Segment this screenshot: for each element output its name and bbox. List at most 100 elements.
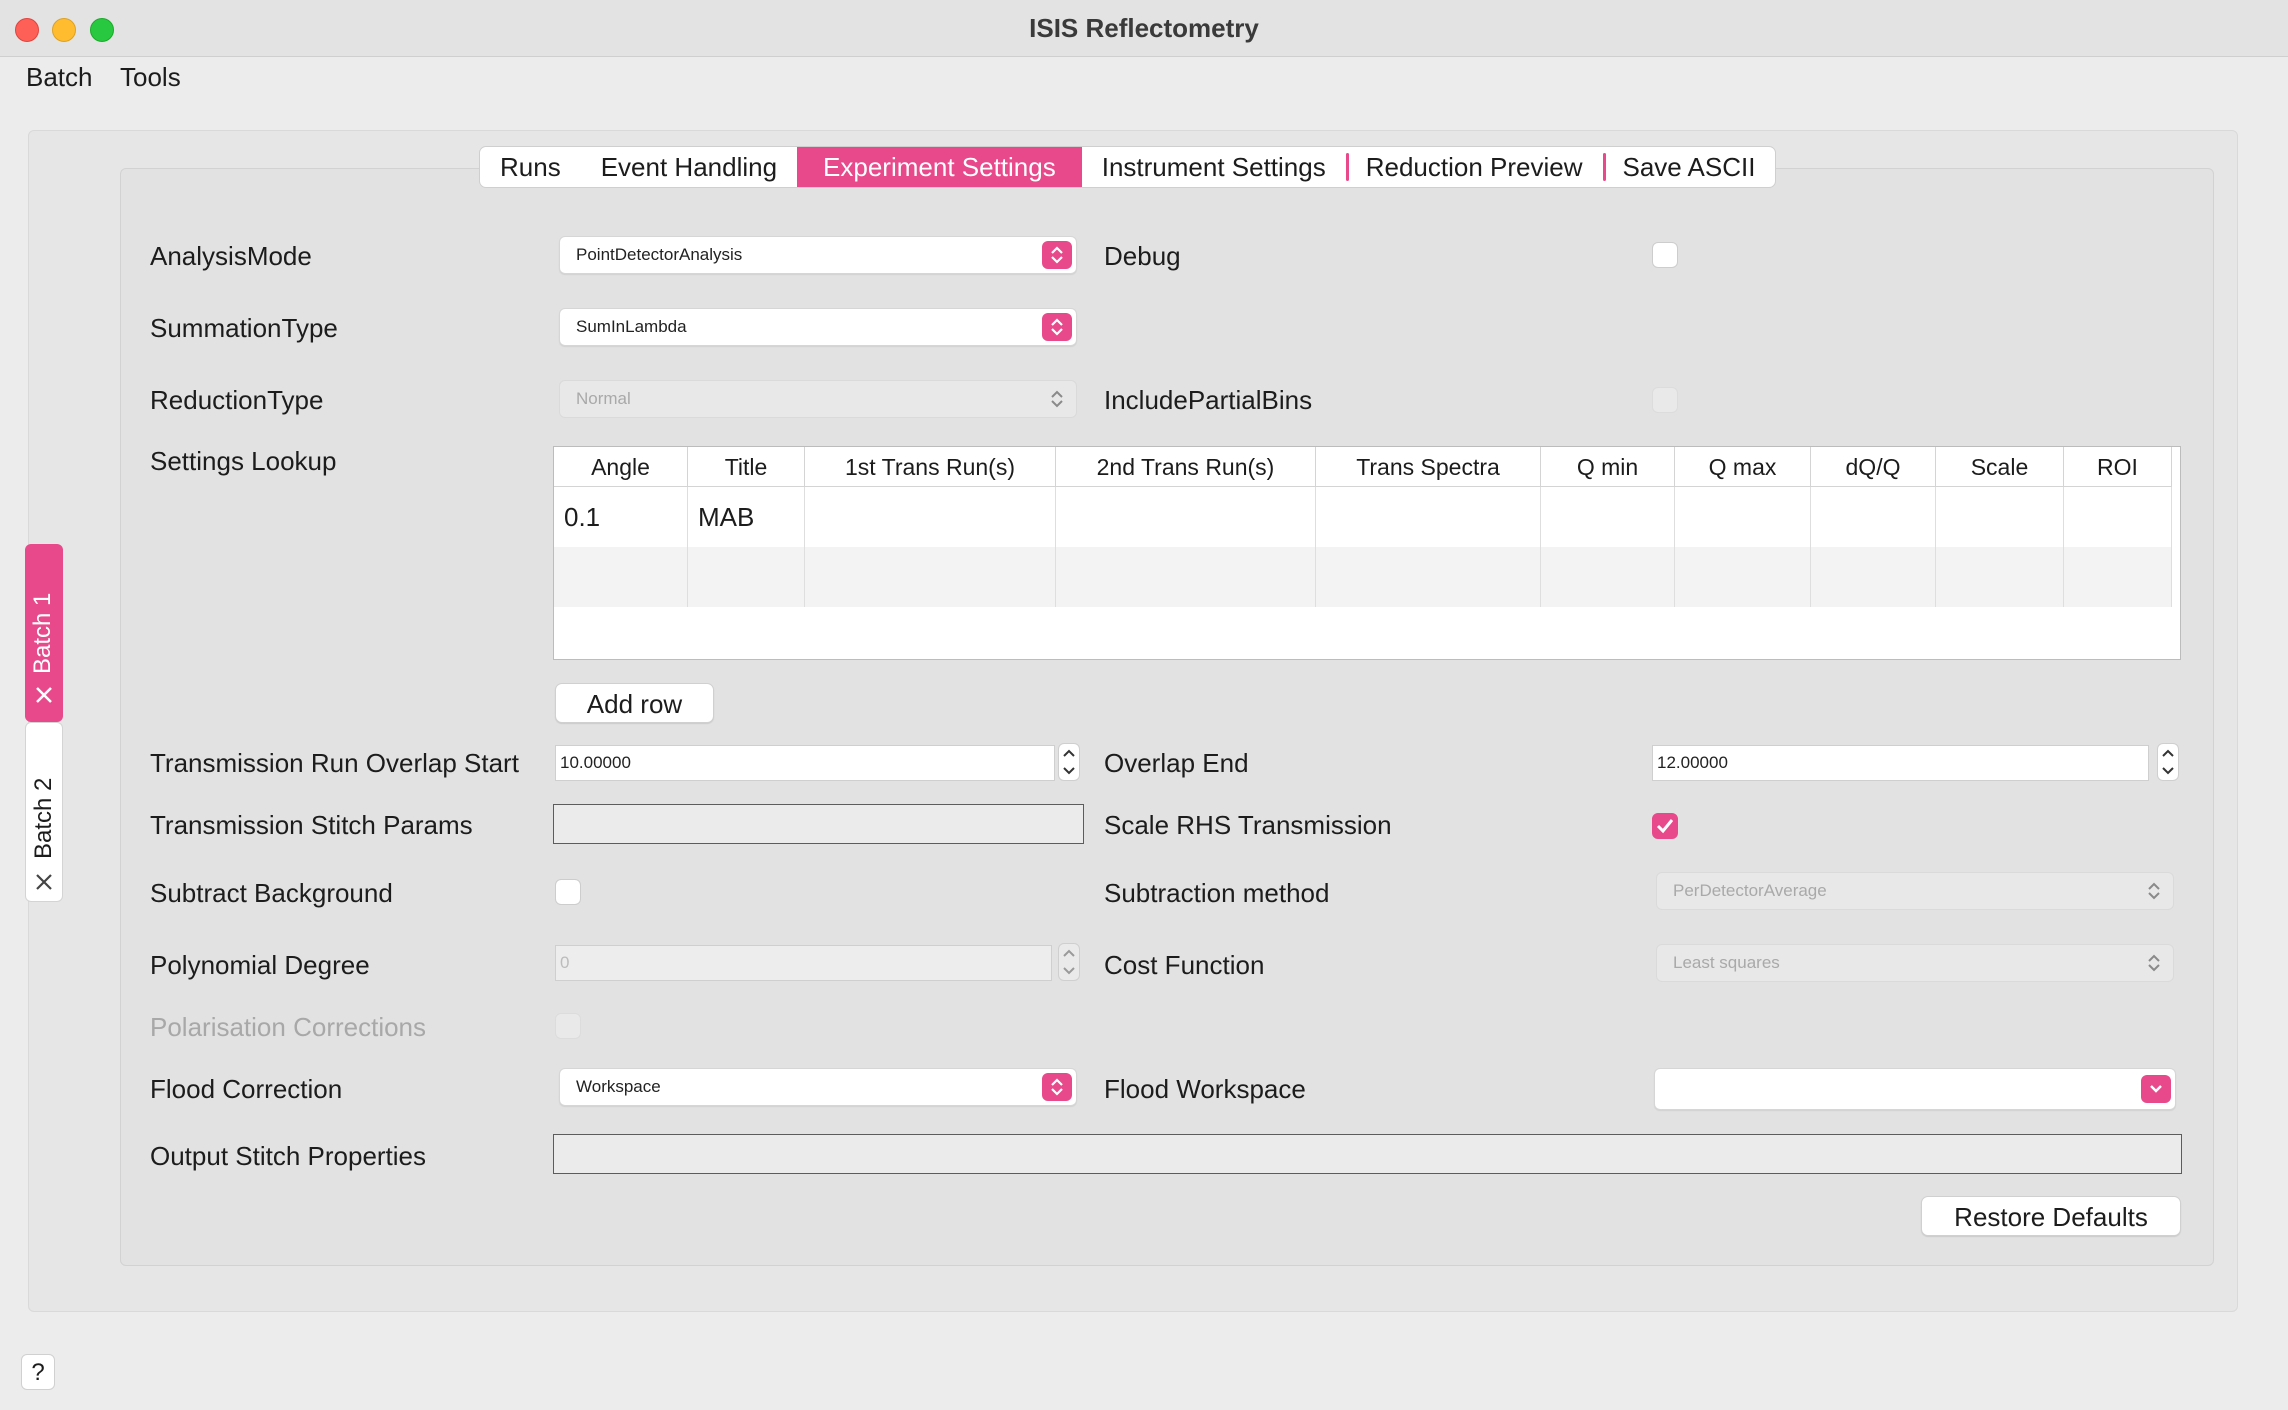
flood-correction-label: Flood Correction xyxy=(150,1074,343,1104)
analysis-mode-combo[interactable]: PointDetectorAnalysis xyxy=(559,236,1077,274)
up-down-chevron-icon xyxy=(2139,877,2169,905)
menu-tools[interactable]: Tools xyxy=(120,62,181,93)
batch-tab-1[interactable]: Batch 1 xyxy=(25,544,63,722)
table-row[interactable]: 0.1 MAB xyxy=(554,487,2172,547)
column-header[interactable]: Scale xyxy=(1936,447,2064,487)
table-cell[interactable] xyxy=(805,547,1056,607)
batch-tab-2-label: Batch 2 xyxy=(30,777,57,859)
reduction-type-combo[interactable]: Normal xyxy=(559,380,1077,418)
tab-reduction-preview[interactable]: Reduction Preview xyxy=(1345,147,1603,187)
tab-event-handling[interactable]: Event Handling xyxy=(581,147,797,187)
tab-bar: Runs Event Handling Experiment Settings … xyxy=(479,146,1777,188)
flood-workspace-label: Flood Workspace xyxy=(1104,1074,1306,1104)
scale-rhs-transmission-label: Scale RHS Transmission xyxy=(1104,810,1392,840)
close-icon[interactable] xyxy=(35,686,53,704)
flood-workspace-combo[interactable] xyxy=(1654,1068,2176,1110)
transmission-overlap-start-stepper[interactable] xyxy=(1058,743,1080,781)
summation-type-label: SummationType xyxy=(150,313,338,343)
cost-function-combo[interactable]: Least squares xyxy=(1656,944,2174,982)
window-title: ISIS Reflectometry xyxy=(1029,13,1259,43)
column-header[interactable]: 1st Trans Run(s) xyxy=(805,447,1056,487)
up-down-chevron-icon xyxy=(1042,241,1072,269)
overlap-end-input[interactable]: 12.00000 xyxy=(1652,745,2149,781)
table-cell[interactable] xyxy=(688,547,805,607)
summation-type-combo[interactable]: SumInLambda xyxy=(559,308,1077,346)
debug-label: Debug xyxy=(1104,241,1181,271)
subtraction-method-value: PerDetectorAverage xyxy=(1673,881,1827,900)
include-partial-bins-label: IncludePartialBins xyxy=(1104,385,1313,415)
output-stitch-properties-input[interactable] xyxy=(553,1134,2182,1174)
checkmark-icon xyxy=(1656,819,1674,834)
table-cell[interactable] xyxy=(1316,547,1541,607)
column-header[interactable]: Q min xyxy=(1541,447,1675,487)
table-cell[interactable] xyxy=(1675,547,1811,607)
up-down-chevron-icon xyxy=(1042,313,1072,341)
overlap-end-value: 12.00000 xyxy=(1657,753,1728,772)
column-header[interactable]: Title xyxy=(688,447,805,487)
close-icon[interactable] xyxy=(35,873,53,891)
column-header[interactable]: 2nd Trans Run(s) xyxy=(1056,447,1316,487)
tab-save-ascii[interactable]: Save ASCII xyxy=(1602,147,1776,187)
settings-lookup-table[interactable]: Angle Title 1st Trans Run(s) 2nd Trans R… xyxy=(553,446,2181,660)
table-cell[interactable] xyxy=(1811,547,1936,607)
column-header[interactable]: Trans Spectra xyxy=(1316,447,1541,487)
table-cell[interactable]: MAB xyxy=(688,487,805,547)
transmission-stitch-params-label: Transmission Stitch Params xyxy=(150,810,473,840)
table-cell[interactable] xyxy=(1056,487,1316,547)
table-row[interactable] xyxy=(554,547,2172,607)
subtraction-method-label: Subtraction method xyxy=(1104,878,1330,908)
subtract-background-checkbox[interactable] xyxy=(555,879,581,905)
polynomial-degree-value: 0 xyxy=(560,953,570,972)
tab-runs[interactable]: Runs xyxy=(480,147,581,187)
reduction-type-label: ReductionType xyxy=(150,385,324,415)
table-cell[interactable] xyxy=(1811,487,1936,547)
table-cell[interactable]: 0.1 xyxy=(554,487,688,547)
table-cell[interactable] xyxy=(1056,547,1316,607)
transmission-stitch-params-input[interactable] xyxy=(553,804,1084,844)
table-cell[interactable] xyxy=(2064,487,2172,547)
flood-correction-combo[interactable]: Workspace xyxy=(559,1068,1077,1106)
help-button[interactable]: ? xyxy=(21,1354,55,1390)
column-header[interactable]: dQ/Q xyxy=(1811,447,1936,487)
table-cell[interactable] xyxy=(2064,547,2172,607)
flood-correction-value: Workspace xyxy=(576,1077,661,1096)
table-cell[interactable] xyxy=(1936,547,2064,607)
column-header[interactable]: Q max xyxy=(1675,447,1811,487)
polarisation-corrections-checkbox[interactable] xyxy=(555,1013,581,1039)
table-cell[interactable] xyxy=(1675,487,1811,547)
transmission-overlap-start-input[interactable]: 10.00000 xyxy=(555,745,1055,781)
scale-rhs-transmission-checkbox[interactable] xyxy=(1652,813,1678,839)
transmission-overlap-start-value: 10.00000 xyxy=(560,753,631,772)
debug-checkbox[interactable] xyxy=(1652,242,1678,268)
restore-defaults-button[interactable]: Restore Defaults xyxy=(1921,1196,2181,1236)
batch-tab-1-label: Batch 1 xyxy=(29,592,56,674)
table-cell[interactable] xyxy=(805,487,1056,547)
polynomial-degree-input[interactable]: 0 xyxy=(555,945,1052,981)
analysis-mode-label: AnalysisMode xyxy=(150,241,312,271)
settings-lookup-label: Settings Lookup xyxy=(150,446,337,476)
add-row-button[interactable]: Add row xyxy=(555,683,714,723)
reduction-type-value: Normal xyxy=(576,389,631,408)
polarisation-corrections-label: Polarisation Corrections xyxy=(150,1012,427,1042)
tab-experiment-settings[interactable]: Experiment Settings xyxy=(797,147,1082,187)
column-header[interactable]: Angle xyxy=(554,447,688,487)
table-cell[interactable] xyxy=(554,547,688,607)
polynomial-degree-label: Polynomial Degree xyxy=(150,950,370,980)
menu-batch[interactable]: Batch xyxy=(26,62,93,93)
up-down-chevron-icon xyxy=(2139,949,2169,977)
table-cell[interactable] xyxy=(1316,487,1541,547)
column-header[interactable]: ROI xyxy=(2064,447,2172,487)
up-down-chevron-icon xyxy=(1042,1073,1072,1101)
table-cell[interactable] xyxy=(1936,487,2064,547)
tab-instrument-settings[interactable]: Instrument Settings xyxy=(1082,147,1346,187)
table-cell[interactable] xyxy=(1541,547,1675,607)
transmission-overlap-start-label: Transmission Run Overlap Start xyxy=(150,748,519,778)
polynomial-degree-stepper[interactable] xyxy=(1058,943,1080,981)
overlap-end-stepper[interactable] xyxy=(2157,743,2179,781)
include-partial-bins-checkbox[interactable] xyxy=(1652,387,1678,413)
batch-tab-2[interactable]: Batch 2 xyxy=(25,722,63,902)
table-cell[interactable] xyxy=(1541,487,1675,547)
stepper-arrows-icon xyxy=(2162,749,2174,775)
subtraction-method-combo[interactable]: PerDetectorAverage xyxy=(1656,872,2174,910)
cost-function-value: Least squares xyxy=(1673,953,1780,972)
